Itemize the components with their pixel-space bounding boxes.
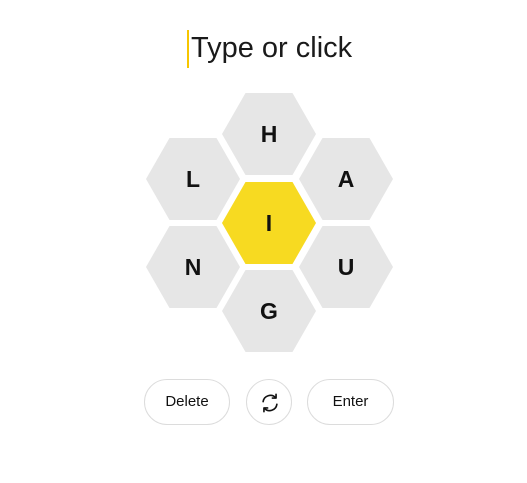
enter-button[interactable]: Enter [307,379,394,425]
delete-button[interactable]: Delete [144,379,230,425]
hive-cell-bottom[interactable]: G [222,270,316,352]
shuffle-button[interactable] [246,379,292,425]
spelling-bee-board: Type or click H L A I N U G Delete Enter [0,0,527,483]
hexagon-shape [222,270,316,352]
shuffle-icon [262,393,278,413]
